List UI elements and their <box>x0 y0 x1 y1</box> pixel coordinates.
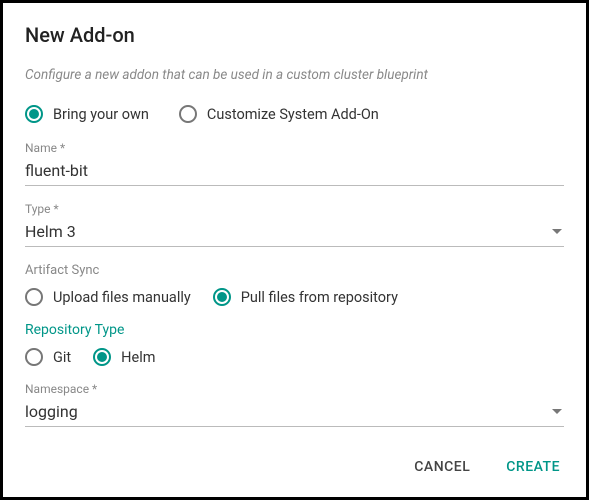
name-label: Name * <box>25 141 564 155</box>
radio-upload-files-manually[interactable]: Upload files manually <box>25 288 191 306</box>
type-select[interactable]: Helm 3 <box>25 219 564 247</box>
radio-unselected-icon <box>25 348 43 366</box>
type-select-value: Helm 3 <box>25 222 76 241</box>
namespace-label: Namespace * <box>25 382 564 396</box>
dialog-actions: CANCEL CREATE <box>410 453 564 481</box>
radio-customize-system-addon[interactable]: Customize System Add-On <box>179 105 379 123</box>
name-field: Name * <box>25 141 564 186</box>
radio-label-helm: Helm <box>121 349 155 366</box>
artifact-sync-section: Artifact Sync Upload files manually Pull… <box>25 263 564 306</box>
chevron-down-icon <box>552 409 562 414</box>
radio-helm[interactable]: Helm <box>93 348 155 366</box>
radio-selected-icon <box>25 105 43 123</box>
namespace-field: Namespace * logging <box>25 382 564 427</box>
type-label: Type * <box>25 202 564 216</box>
repository-type-label: Repository Type <box>25 322 564 338</box>
radio-label-pull: Pull files from repository <box>241 289 398 306</box>
type-field: Type * Helm 3 <box>25 202 564 247</box>
radio-selected-icon <box>93 348 111 366</box>
artifact-sync-label: Artifact Sync <box>25 263 564 278</box>
radio-bring-your-own[interactable]: Bring your own <box>25 105 149 123</box>
dialog-subtitle: Configure a new addon that can be used i… <box>25 67 564 83</box>
cancel-button[interactable]: CANCEL <box>410 453 474 481</box>
radio-pull-files-from-repository[interactable]: Pull files from repository <box>213 288 398 306</box>
radio-label-git: Git <box>53 349 71 366</box>
radio-label-byo: Bring your own <box>53 106 149 123</box>
radio-label-upload: Upload files manually <box>53 289 191 306</box>
chevron-down-icon <box>552 229 562 234</box>
repository-type-section: Repository Type Git Helm <box>25 322 564 366</box>
dialog-title: New Add-on <box>25 23 564 47</box>
namespace-select[interactable]: logging <box>25 399 564 427</box>
namespace-select-value: logging <box>25 402 78 421</box>
create-button[interactable]: CREATE <box>502 453 564 481</box>
artifact-sync-radio-group: Upload files manually Pull files from re… <box>25 288 564 306</box>
radio-unselected-icon <box>25 288 43 306</box>
radio-git[interactable]: Git <box>25 348 71 366</box>
repository-type-radio-group: Git Helm <box>25 348 564 366</box>
name-input[interactable] <box>25 158 564 186</box>
source-radio-group: Bring your own Customize System Add-On <box>25 105 564 123</box>
radio-label-customize: Customize System Add-On <box>207 106 379 123</box>
radio-selected-icon <box>213 288 231 306</box>
radio-unselected-icon <box>179 105 197 123</box>
